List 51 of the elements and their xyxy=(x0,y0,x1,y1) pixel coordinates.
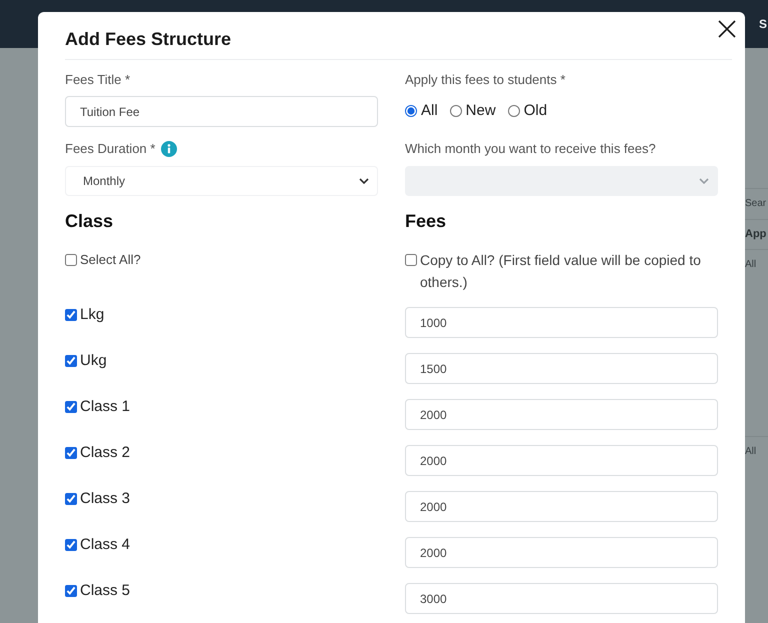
radio-button[interactable] xyxy=(508,105,520,117)
select-value: Monthly xyxy=(83,174,126,188)
checkbox-label[interactable]: Copy to All? (First field value will be copied to others.) xyxy=(420,249,718,293)
title-input[interactable]: Tuition Fee xyxy=(65,96,378,127)
fee-input[interactable]: 2000 xyxy=(405,399,718,430)
checkbox-label[interactable]: Select All? xyxy=(80,249,141,271)
checkbox[interactable] xyxy=(65,355,77,367)
fee-input[interactable]: 2000 xyxy=(405,537,718,568)
class-label[interactable]: Class 3 xyxy=(80,489,130,509)
table-cell: All xyxy=(745,446,756,458)
checkbox[interactable] xyxy=(65,447,77,459)
class-label[interactable]: Class 4 xyxy=(80,535,130,555)
checkbox[interactable] xyxy=(405,254,417,266)
field-label: Fees Duration * xyxy=(65,140,156,158)
fee-input[interactable]: 3000 xyxy=(405,583,718,614)
caret-icon xyxy=(359,178,369,184)
field-label: Apply this fees to students * xyxy=(405,71,566,89)
fee-input[interactable]: 2000 xyxy=(405,445,718,476)
radio-label[interactable]: Old xyxy=(524,101,548,121)
class-label[interactable]: Class 1 xyxy=(80,397,130,417)
checkbox[interactable] xyxy=(65,585,77,597)
checkbox[interactable] xyxy=(65,493,77,505)
checkbox[interactable] xyxy=(65,309,77,321)
radio-button[interactable] xyxy=(450,105,462,117)
radio-label[interactable]: New xyxy=(466,101,496,121)
column-header: App xyxy=(745,228,766,240)
fee-input[interactable]: 2000 xyxy=(405,491,718,522)
field-label: Which month you want to receive this fees? xyxy=(405,140,656,158)
modal-title: Add Fees Structure xyxy=(65,28,732,60)
search-text: Sear xyxy=(745,198,766,210)
info-icon xyxy=(161,141,178,157)
checkbox[interactable] xyxy=(65,539,77,551)
class-label[interactable]: Lkg xyxy=(80,305,104,325)
class-label[interactable]: Class 5 xyxy=(80,581,130,601)
caret-icon xyxy=(699,178,709,184)
field-label: Fees Title * xyxy=(65,71,130,89)
section-heading: Fees xyxy=(405,210,446,232)
fee-input[interactable]: 1500 xyxy=(405,353,718,384)
nav-text[interactable]: S xyxy=(758,17,768,31)
checkbox[interactable] xyxy=(65,401,77,413)
radio-label[interactable]: All xyxy=(421,101,438,121)
close-button[interactable] xyxy=(717,19,737,39)
checkbox[interactable] xyxy=(65,254,77,266)
section-heading: Class xyxy=(65,210,114,232)
class-label[interactable]: Ukg xyxy=(80,351,107,371)
fee-input[interactable]: 1000 xyxy=(405,307,718,338)
duration-select[interactable]: Monthly xyxy=(65,166,378,196)
radio-button[interactable] xyxy=(405,105,417,117)
close-icon xyxy=(717,19,737,39)
class-label[interactable]: Class 2 xyxy=(80,443,130,463)
table-cell: All xyxy=(745,259,756,270)
